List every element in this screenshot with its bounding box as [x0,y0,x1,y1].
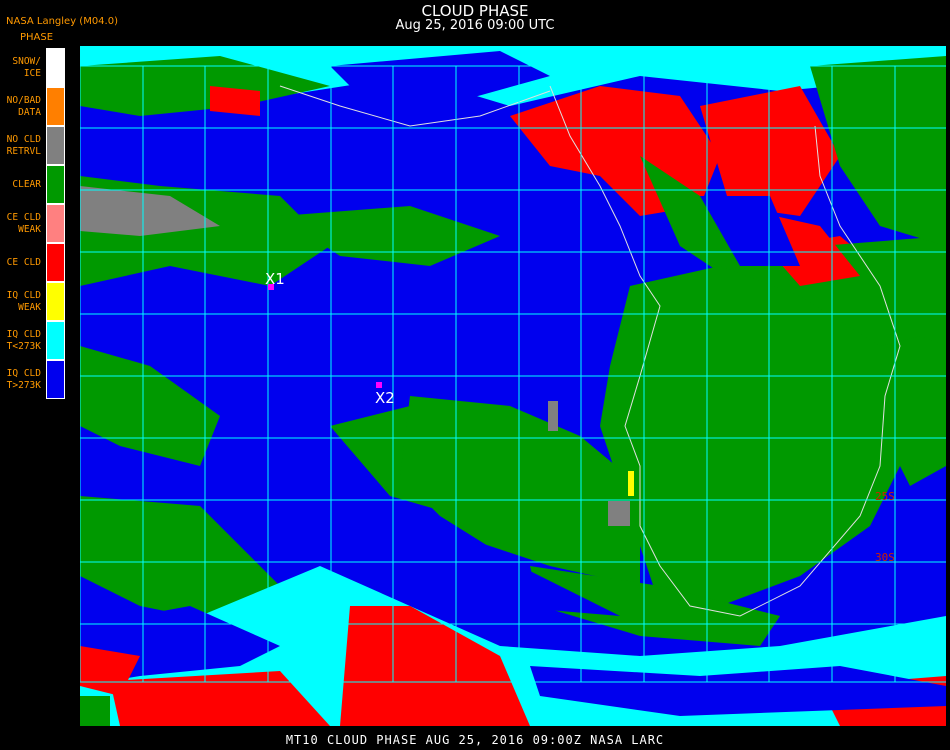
marker-x2-label: X2 [375,389,395,407]
map-canvas: X1 X2 25S 30S [80,46,946,726]
lat-label-30s: 30S [875,551,895,564]
marker-x1-label: X1 [265,270,285,288]
legend-label: NO CLD RETRVL [6,133,41,157]
legend-label: CE CLD [6,256,41,268]
legend-label: NO/BAD DATA [6,94,41,118]
legend-swatch [46,126,65,165]
legend-label: IQ CLD WEAK [6,289,41,313]
legend-swatch [46,165,65,204]
legend-label: CLEAR [12,178,41,190]
map-subtitle: Aug 25, 2016 09:00 UTC [395,18,555,33]
legend-swatch [46,282,65,321]
legend-label: CE CLD WEAK [6,211,41,235]
legend-swatch [46,321,65,360]
no-retrieval-coast [608,501,630,526]
marker-x1[interactable]: X1 [265,270,285,290]
lat-label-25s: 25S [875,490,895,503]
legend-label: IQ CLD T<273K [6,328,41,352]
legend-swatch [46,204,65,243]
legend-label: SNOW/ ICE [12,55,41,79]
legend-swatch [46,48,65,87]
liquid-weak-coast [628,471,634,496]
footer-caption: MT10 CLOUD PHASE AUG 25, 2016 09:00Z NAS… [285,733,665,747]
legend-label: IQ CLD T>273K [6,367,41,391]
legend-swatch [46,360,65,399]
cloud-phase-map[interactable]: X1 X2 25S 30S [80,46,946,726]
legend-title: PHASE [20,32,54,43]
legend-swatch [46,87,65,126]
legend-swatch [46,243,65,282]
marker-x2-point [376,382,382,388]
